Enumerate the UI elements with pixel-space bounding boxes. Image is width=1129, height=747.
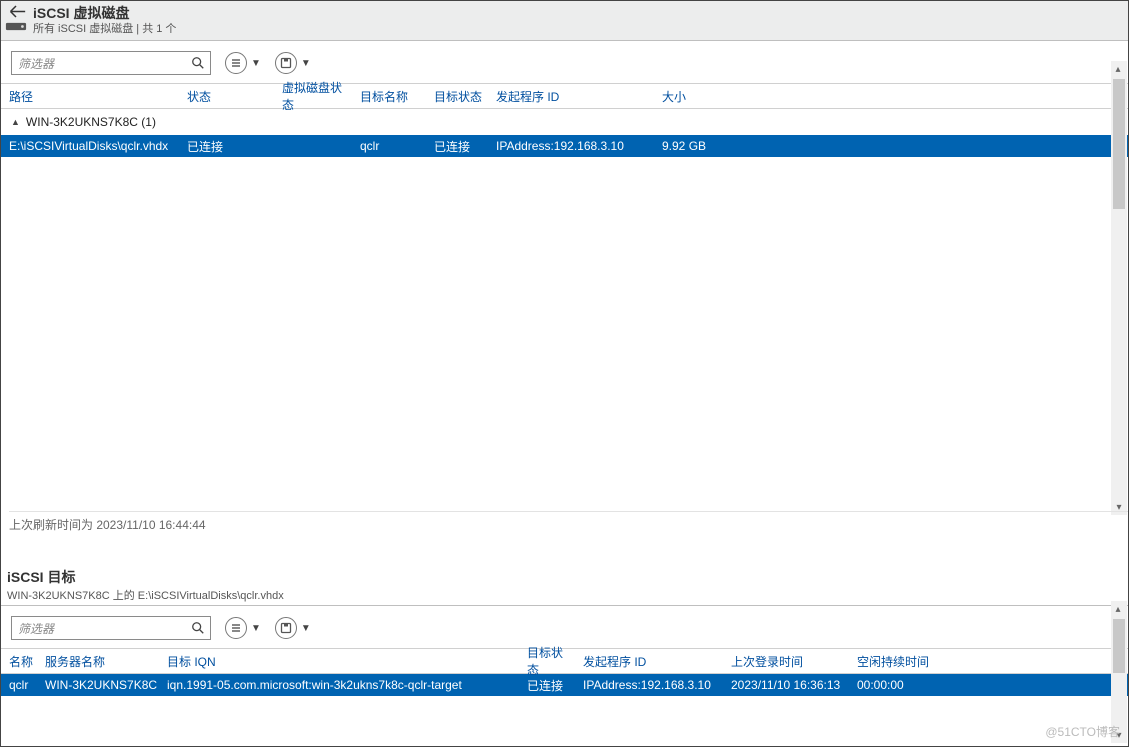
col-target-status[interactable]: 目标状态 <box>428 84 490 108</box>
save-icon <box>275 617 297 639</box>
pane1-save-button[interactable]: ▼ <box>275 52 311 74</box>
chevron-down-icon: ▼ <box>251 623 261 634</box>
list-icon <box>225 617 247 639</box>
pane1-status-line: 上次刷新时间为 2023/11/10 16:44:44 <box>9 511 1128 535</box>
col-initiator[interactable]: 发起程序 ID <box>490 84 656 108</box>
save-icon <box>275 52 297 74</box>
pane2-subtitle: WIN-3K2UKNS7K8C 上的 E:\iSCSIVirtualDisks\… <box>7 587 1122 603</box>
pane2-title: iSCSI 目标 <box>7 567 1122 587</box>
expand-icon[interactable]: ▲ <box>11 117 20 127</box>
col-vdstatus[interactable]: 虚拟磁盘状态 <box>276 84 354 108</box>
list-icon <box>225 52 247 74</box>
pane1-title: iSCSI 虚拟磁盘 <box>33 5 176 23</box>
scroll-thumb[interactable] <box>1113 79 1125 209</box>
col-iqn[interactable]: 目标 IQN <box>161 649 521 673</box>
col-size[interactable]: 大小 <box>656 84 736 108</box>
pane2-list-options-button[interactable]: ▼ <box>225 617 261 639</box>
group-label: WIN-3K2UKNS7K8C (1) <box>26 115 156 129</box>
chevron-down-icon: ▼ <box>251 58 261 69</box>
pane2-data-row[interactable]: qclr WIN-3K2UKNS7K8C iqn.1991-05.com.mic… <box>1 674 1128 696</box>
pane1-toolbar: 筛选器 ▼ ▼ <box>1 41 1128 83</box>
disk-icon <box>5 20 27 33</box>
pane2-column-headers: 名称 服务器名称 目标 IQN 目标状态 发起程序 ID 上次登录时间 空闲持续… <box>1 648 1128 674</box>
pane1-header: iSCSI 虚拟磁盘 所有 iSCSI 虚拟磁盘 | 共 1 个 <box>1 1 1128 41</box>
chevron-down-icon: ▼ <box>301 58 311 69</box>
pane2-save-button[interactable]: ▼ <box>275 617 311 639</box>
pane2-filter-input[interactable]: 筛选器 <box>11 616 211 640</box>
col-name[interactable]: 名称 <box>1 649 39 673</box>
pane1-scrollbar[interactable]: ▴ ▾ <box>1111 61 1127 515</box>
col-initiator[interactable]: 发起程序 ID <box>577 649 725 673</box>
col-target-name[interactable]: 目标名称 <box>354 84 428 108</box>
search-icon[interactable] <box>184 52 210 74</box>
pane1-filter-input[interactable]: 筛选器 <box>11 51 211 75</box>
col-path[interactable]: 路径 <box>1 84 181 108</box>
col-last-login[interactable]: 上次登录时间 <box>725 649 851 673</box>
watermark: @51CTO博客 <box>1045 723 1120 740</box>
scroll-thumb[interactable] <box>1113 619 1125 673</box>
pane1-data-row[interactable]: E:\iSCSIVirtualDisks\qclr.vhdx 已连接 qclr … <box>1 135 1128 157</box>
pane1-column-headers: 路径 状态 虚拟磁盘状态 目标名称 目标状态 发起程序 ID 大小 <box>1 83 1128 109</box>
col-idle[interactable]: 空闲持续时间 <box>851 649 951 673</box>
pane2-toolbar: 筛选器 ▼ ▼ <box>1 606 1128 648</box>
col-target-status[interactable]: 目标状态 <box>521 649 577 673</box>
scroll-up-icon[interactable]: ▴ <box>1111 61 1125 77</box>
back-nav-icon[interactable] <box>5 5 27 33</box>
scroll-up-icon[interactable]: ▴ <box>1111 601 1125 617</box>
col-server[interactable]: 服务器名称 <box>39 649 161 673</box>
pane1-list-options-button[interactable]: ▼ <box>225 52 261 74</box>
pane1-subtitle: 所有 iSCSI 虚拟磁盘 | 共 1 个 <box>33 23 176 37</box>
chevron-down-icon: ▼ <box>301 623 311 634</box>
col-status[interactable]: 状态 <box>181 84 276 108</box>
pane2-scrollbar[interactable]: ▴ ▾ <box>1111 601 1127 743</box>
pane2-header: iSCSI 目标 WIN-3K2UKNS7K8C 上的 E:\iSCSIVirt… <box>1 561 1128 605</box>
search-icon[interactable] <box>184 617 210 639</box>
group-row[interactable]: ▲ WIN-3K2UKNS7K8C (1) <box>1 109 1128 135</box>
